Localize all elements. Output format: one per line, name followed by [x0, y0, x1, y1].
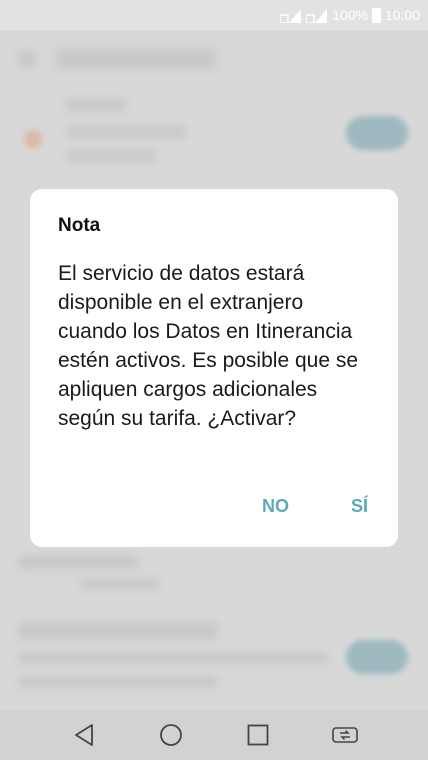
status-bar: 100% 10:00 — [0, 0, 428, 30]
roaming-dialog: Nota El servicio de datos estará disponi… — [30, 189, 398, 547]
back-icon[interactable] — [64, 715, 104, 755]
battery-icon — [371, 7, 381, 23]
signal-1-icon — [280, 7, 302, 23]
home-icon[interactable] — [151, 715, 191, 755]
yes-button[interactable]: SÍ — [349, 492, 370, 521]
dialog-actions: NO SÍ — [260, 492, 370, 521]
dual-window-icon[interactable] — [325, 715, 365, 755]
recents-icon[interactable] — [238, 715, 278, 755]
no-button[interactable]: NO — [260, 492, 291, 521]
navigation-bar — [0, 710, 428, 760]
signal-2-icon — [306, 7, 328, 23]
battery-percent: 100% — [332, 7, 368, 23]
dialog-message: El servicio de datos estará disponible e… — [58, 262, 359, 430]
dialog-title: Nota — [58, 215, 101, 236]
clock: 10:00 — [384, 7, 420, 23]
